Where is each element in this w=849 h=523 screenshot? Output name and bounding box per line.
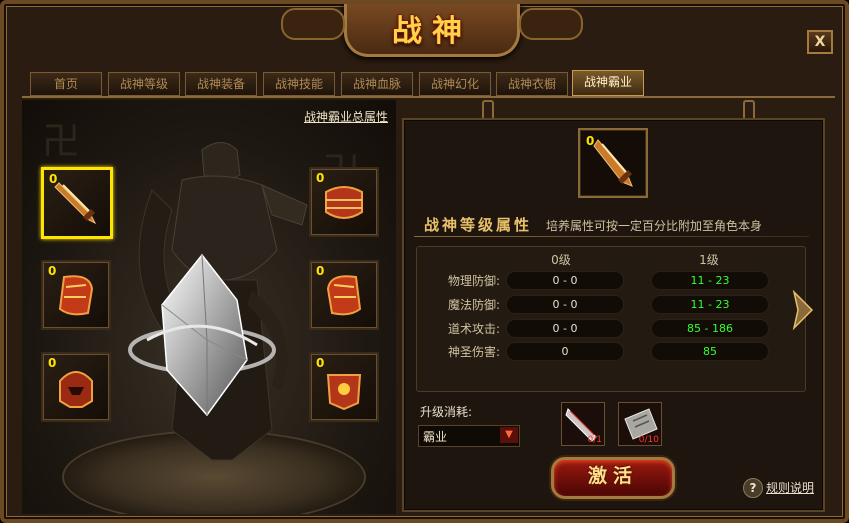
slot-belt[interactable]: 0 <box>309 352 379 422</box>
slot-bracer-left[interactable]: 0 <box>41 260 111 330</box>
next-value: 11 - 23 <box>651 295 769 314</box>
tab-wardrobe[interactable]: 战神衣橱 <box>496 72 568 96</box>
column-header-current: 0级 <box>551 253 571 267</box>
tab-home[interactable]: 首页 <box>30 72 102 96</box>
row-label: 物理防御: <box>447 274 500 288</box>
material-select-value: 霸业 <box>423 430 448 444</box>
sword-icon <box>54 182 97 225</box>
slot-armor[interactable]: 0 <box>309 167 379 237</box>
banner-ornament-left <box>281 8 345 40</box>
current-value: 0 - 0 <box>506 319 624 338</box>
crystal-emblem <box>128 253 276 417</box>
selected-item-box: 0 <box>578 128 648 198</box>
rules-link[interactable]: 规则说明 <box>766 479 814 496</box>
upgrade-cost-label: 升级消耗: <box>420 405 473 419</box>
bracer-icon <box>58 275 94 316</box>
section-title: 战神等级属性 <box>424 216 533 234</box>
next-value: 85 <box>651 342 769 361</box>
chevron-down-icon: ▼ <box>500 427 518 443</box>
current-value: 0 - 0 <box>506 271 624 290</box>
banner-ornament-right <box>519 8 583 40</box>
row-label: 神圣伤害: <box>447 345 500 359</box>
armor-icon <box>325 186 363 219</box>
slot-sword[interactable]: 0 <box>41 167 113 239</box>
tab-bloodline[interactable]: 战神血脉 <box>341 72 413 96</box>
activate-button[interactable]: 激活 <box>551 457 675 499</box>
column-header-next: 1级 <box>699 253 719 267</box>
tab-equipment[interactable]: 战神装备 <box>185 72 257 96</box>
total-attributes-link[interactable]: 战神霸业总属性 <box>304 108 388 125</box>
section-divider <box>414 236 809 237</box>
material-select[interactable]: 霸业 ▼ <box>418 425 520 447</box>
window-frame: 战神 X 首页 战神等级 战神装备 战神技能 战神血脉 战神幻化 战神衣橱 战神… <box>0 0 849 523</box>
section-subtitle: 培养属性可按一定百分比附加至角色本身 <box>546 219 763 233</box>
window-title: 战神 <box>392 14 472 49</box>
activate-label: 激活 <box>587 465 638 487</box>
tab-level[interactable]: 战神等级 <box>108 72 180 96</box>
cost-amount: 0/10 <box>638 435 659 445</box>
title-banner: 战神 <box>281 4 583 57</box>
belt-icon <box>326 374 362 411</box>
tab-transform[interactable]: 战神幻化 <box>419 72 491 96</box>
next-arrow-icon[interactable] <box>792 290 814 330</box>
current-value: 0 <box>506 342 624 361</box>
close-button[interactable]: X <box>807 30 833 54</box>
row-label: 魔法防御: <box>447 298 500 312</box>
sword-icon <box>593 139 633 187</box>
help-icon[interactable]: ? <box>743 478 763 498</box>
character-panel: 卍 卍 0 <box>22 100 396 514</box>
tab-skills[interactable]: 战神技能 <box>263 72 335 96</box>
next-value: 11 - 23 <box>651 271 769 290</box>
cost-amount: 0/1 <box>587 435 602 445</box>
row-label: 道术攻击: <box>447 322 500 336</box>
helmet-icon <box>59 371 93 408</box>
current-value: 0 - 0 <box>506 295 624 314</box>
slot-helmet[interactable]: 0 <box>41 352 111 422</box>
next-value: 85 - 186 <box>651 319 769 338</box>
cost-item-blade[interactable]: 0/1 <box>561 402 605 446</box>
slot-bracer-right[interactable]: 0 <box>309 260 379 330</box>
cost-item-tablet[interactable]: 0/10 <box>618 402 662 446</box>
bracer-icon <box>326 275 362 316</box>
tab-hegemony[interactable]: 战神霸业 <box>572 70 644 96</box>
tab-divider <box>22 96 835 98</box>
background-glyph: 卍 <box>42 119 81 163</box>
